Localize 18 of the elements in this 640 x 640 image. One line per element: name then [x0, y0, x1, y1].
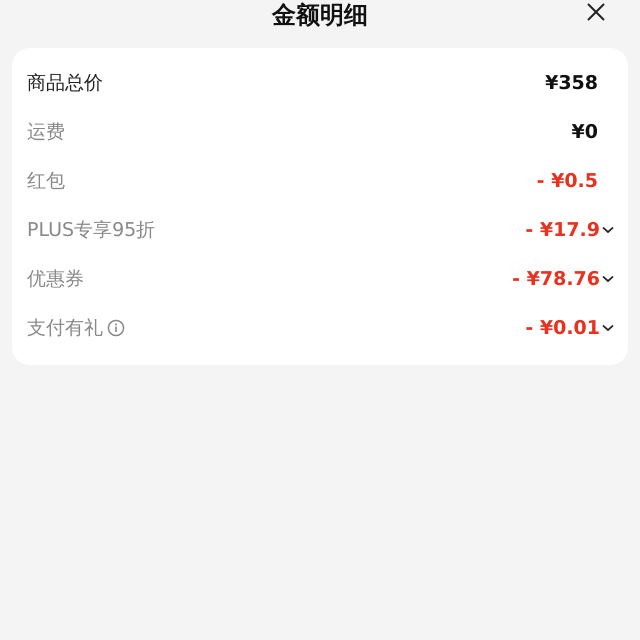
row-label: 运费 [27, 120, 65, 144]
row-amount: ¥358 [545, 72, 598, 94]
row-label: 支付有礼 [27, 316, 103, 340]
close-icon[interactable] [586, 2, 606, 22]
row-label: PLUS专享95折 [27, 218, 156, 242]
row-amount: - ¥0.5 [536, 170, 598, 192]
panel-title: 金额明细 [272, 1, 368, 29]
chevron-down-icon[interactable] [602, 274, 614, 282]
row-amount: - ¥0.01 [525, 316, 600, 338]
chevron-down-icon[interactable] [602, 324, 614, 332]
row-amount: - ¥17.9 [525, 218, 600, 240]
chevron-down-icon[interactable] [602, 226, 614, 234]
info-icon[interactable] [107, 318, 125, 336]
row-amount: - ¥78.76 [512, 268, 600, 290]
row-label: 商品总价 [27, 70, 103, 96]
row-label: 优惠券 [27, 266, 84, 292]
row-label: 红包 [27, 168, 65, 194]
row-amount: ¥0 [572, 120, 598, 142]
